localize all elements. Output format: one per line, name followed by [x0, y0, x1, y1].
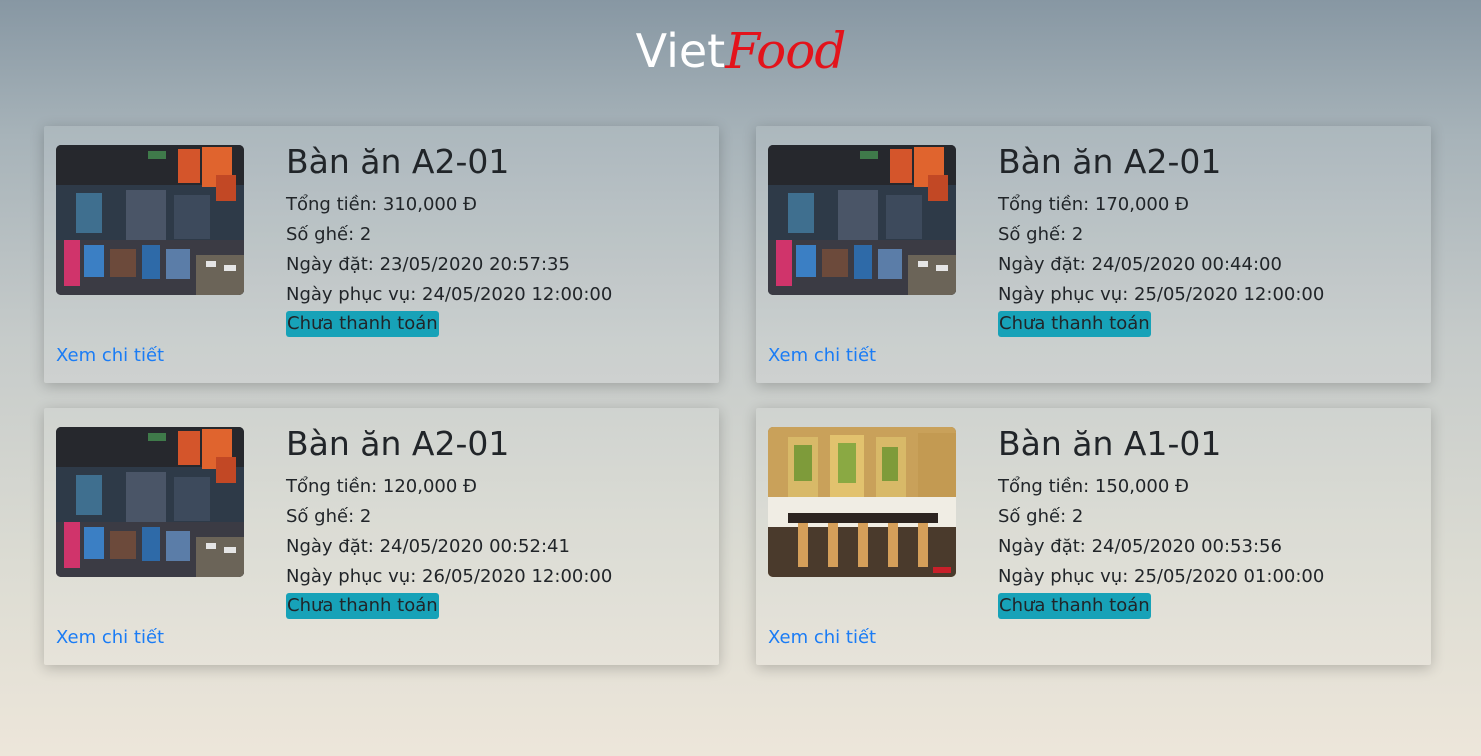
table-name: Bàn ăn A1-01	[998, 424, 1222, 463]
order-date-value: 24/05/2020 00:53:56	[1091, 536, 1282, 557]
serve-date-value: 25/05/2020 01:00:00	[1134, 566, 1325, 587]
order-total-value: 170,000 Đ	[1094, 194, 1189, 215]
order-seats: Số ghế: 2	[286, 502, 612, 532]
view-detail-link[interactable]: Xem chi tiết	[768, 627, 876, 648]
order-seats-value: 2	[1071, 506, 1084, 527]
brand-logo-part-viet: Viet	[635, 24, 726, 78]
serve-date: Ngày phục vụ: 25/05/2020 12:00:00	[998, 280, 1324, 310]
view-detail-link[interactable]: Xem chi tiết	[56, 627, 164, 648]
table-image	[768, 145, 956, 295]
payment-status-badge: Chưa thanh toán	[286, 311, 439, 337]
payment-status-badge: Chưa thanh toán	[998, 311, 1151, 337]
order-date-label: Ngày đặt:	[998, 254, 1092, 275]
order-total-label: Tổng tiền:	[286, 476, 383, 497]
order-date-label: Ngày đặt:	[286, 536, 380, 557]
order-info: Bàn ăn A2-01 Tổng tiền: 120,000 Đ Số ghế…	[286, 424, 612, 619]
serve-date-value: 24/05/2020 12:00:00	[422, 284, 613, 305]
order-date-label: Ngày đặt:	[286, 254, 380, 275]
order-seats: Số ghế: 2	[998, 502, 1324, 532]
payment-status-badge: Chưa thanh toán	[286, 593, 439, 619]
order-info: Bàn ăn A2-01 Tổng tiền: 170,000 Đ Số ghế…	[998, 142, 1324, 337]
order-total-value: 120,000 Đ	[382, 476, 477, 497]
order-seats-value: 2	[1071, 224, 1084, 245]
table-image	[56, 145, 244, 295]
order-seats-value: 2	[359, 224, 372, 245]
brand-logo[interactable]: VietFood	[0, 22, 1481, 80]
order-total: Tổng tiền: 150,000 Đ	[998, 472, 1324, 502]
order-date-value: 24/05/2020 00:44:00	[1091, 254, 1282, 275]
order-total: Tổng tiền: 120,000 Đ	[286, 472, 612, 502]
order-card: Bàn ăn A2-01 Tổng tiền: 120,000 Đ Số ghế…	[44, 408, 719, 665]
order-info: Bàn ăn A1-01 Tổng tiền: 150,000 Đ Số ghế…	[998, 424, 1324, 619]
table-name: Bàn ăn A2-01	[998, 142, 1222, 181]
order-seats-label: Số ghế:	[286, 224, 360, 245]
serve-date: Ngày phục vụ: 26/05/2020 12:00:00	[286, 562, 612, 592]
order-info: Bàn ăn A2-01 Tổng tiền: 310,000 Đ Số ghế…	[286, 142, 612, 337]
order-card: Bàn ăn A1-01 Tổng tiền: 150,000 Đ Số ghế…	[756, 408, 1431, 665]
order-seats: Số ghế: 2	[998, 220, 1324, 250]
table-name: Bàn ăn A2-01	[286, 142, 510, 181]
view-detail-link[interactable]: Xem chi tiết	[768, 345, 876, 366]
serve-date-value: 25/05/2020 12:00:00	[1134, 284, 1325, 305]
table-image	[56, 427, 244, 577]
serve-date: Ngày phục vụ: 24/05/2020 12:00:00	[286, 280, 612, 310]
order-card: Bàn ăn A2-01 Tổng tiền: 170,000 Đ Số ghế…	[756, 126, 1431, 383]
order-date: Ngày đặt: 24/05/2020 00:52:41	[286, 532, 612, 562]
order-date-value: 23/05/2020 20:57:35	[379, 254, 570, 275]
order-seats: Số ghế: 2	[286, 220, 612, 250]
order-seats-label: Số ghế:	[998, 224, 1072, 245]
table-image	[768, 427, 956, 577]
order-total: Tổng tiền: 310,000 Đ	[286, 190, 612, 220]
order-date-value: 24/05/2020 00:52:41	[379, 536, 570, 557]
serve-date: Ngày phục vụ: 25/05/2020 01:00:00	[998, 562, 1324, 592]
order-seats-label: Số ghế:	[998, 506, 1072, 527]
serve-date-value: 26/05/2020 12:00:00	[422, 566, 613, 587]
payment-status-badge: Chưa thanh toán	[998, 593, 1151, 619]
brand-logo-part-food: Food	[725, 22, 846, 80]
order-total-value: 150,000 Đ	[1094, 476, 1189, 497]
order-total-label: Tổng tiền:	[998, 476, 1095, 497]
order-date: Ngày đặt: 24/05/2020 00:53:56	[998, 532, 1324, 562]
order-total-label: Tổng tiền:	[286, 194, 383, 215]
serve-date-label: Ngày phục vụ:	[286, 566, 423, 587]
order-date: Ngày đặt: 24/05/2020 00:44:00	[998, 250, 1324, 280]
order-total-label: Tổng tiền:	[998, 194, 1095, 215]
order-date-label: Ngày đặt:	[998, 536, 1092, 557]
serve-date-label: Ngày phục vụ:	[286, 284, 423, 305]
order-date: Ngày đặt: 23/05/2020 20:57:35	[286, 250, 612, 280]
order-seats-value: 2	[359, 506, 372, 527]
serve-date-label: Ngày phục vụ:	[998, 566, 1135, 587]
serve-date-label: Ngày phục vụ:	[998, 284, 1135, 305]
order-seats-label: Số ghế:	[286, 506, 360, 527]
table-name: Bàn ăn A2-01	[286, 424, 510, 463]
view-detail-link[interactable]: Xem chi tiết	[56, 345, 164, 366]
order-total-value: 310,000 Đ	[382, 194, 477, 215]
order-total: Tổng tiền: 170,000 Đ	[998, 190, 1324, 220]
order-card: Bàn ăn A2-01 Tổng tiền: 310,000 Đ Số ghế…	[44, 126, 719, 383]
